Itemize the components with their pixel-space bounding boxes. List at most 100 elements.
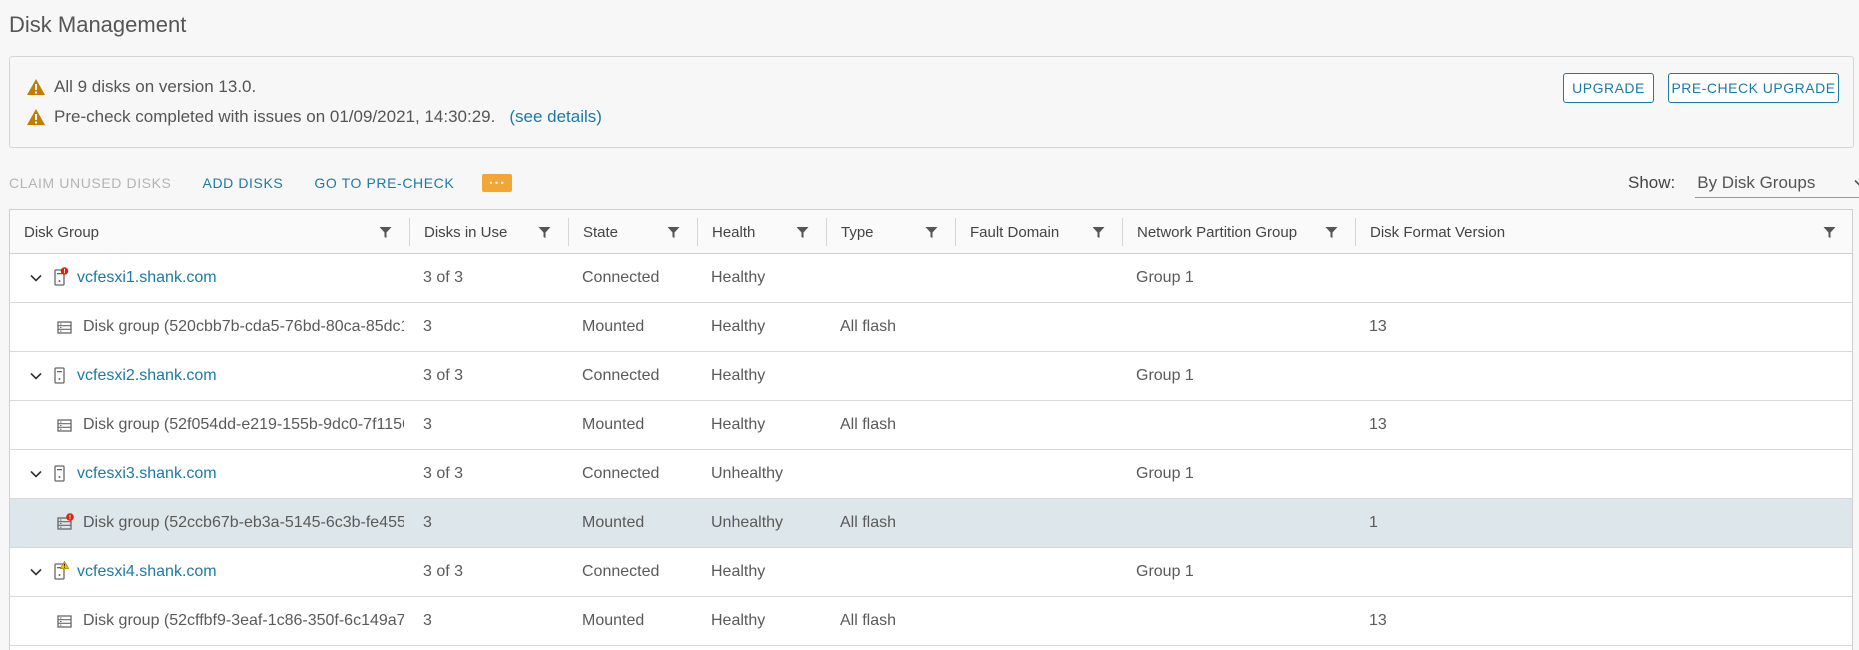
column-header-fault-domain[interactable]: Fault Domain bbox=[956, 210, 1123, 254]
host-row[interactable]: vcfesxi1.shank.com 3 of 3 Connected Healthy… bbox=[10, 254, 1852, 303]
cell-type: All flash bbox=[840, 514, 897, 531]
column-header-health[interactable]: Health bbox=[698, 210, 827, 254]
chevron-down-icon bbox=[1854, 179, 1859, 185]
cell-network-partition-group bbox=[1136, 303, 1355, 351]
chevron-down-icon[interactable] bbox=[29, 467, 43, 481]
show-filter: Show: By Disk Groups bbox=[1628, 168, 1859, 198]
disk-group-row[interactable]: Disk group (52ccb67b-eb3a-5145-6c3b-fe45… bbox=[10, 499, 1852, 548]
cell-disk-group[interactable]: vcfesxi2.shank.com bbox=[77, 352, 404, 400]
chevron-down-icon[interactable] bbox=[29, 565, 43, 579]
cell-type bbox=[840, 352, 955, 400]
upgrade-alert-panel: All 9 disks on version 13.0. Pre-check c… bbox=[9, 56, 1854, 148]
host-warning-icon bbox=[54, 561, 69, 580]
more-actions-button[interactable]: ··· bbox=[482, 174, 513, 192]
disk-group-row[interactable]: Disk group (520cbb7b-cda5-76bd-80ca-85dc… bbox=[10, 303, 1852, 352]
cell-disk-group: Disk group (52ccb67b-eb3a-5145-6c3b-fe45… bbox=[83, 514, 404, 531]
disk-grid: Disk Group Disks in Use State Health Type Fau… bbox=[9, 209, 1853, 650]
cell-disk-group: Disk group (52cffbf9-3eaf-1c86-350f-6c14… bbox=[83, 612, 404, 629]
cell-network-partition-group bbox=[1136, 597, 1355, 645]
add-disks-button[interactable]: ADD DISKS bbox=[203, 175, 284, 191]
disk-group-icon bbox=[57, 615, 72, 628]
filter-icon[interactable] bbox=[1092, 226, 1105, 239]
host-icon bbox=[54, 367, 65, 384]
grid-header: Disk Group Disks in Use State Health Type Fau… bbox=[10, 210, 1852, 254]
filter-icon[interactable] bbox=[796, 226, 809, 239]
cell-health: Unhealthy bbox=[711, 514, 784, 531]
cell-state: Mounted bbox=[582, 612, 645, 629]
host-row[interactable]: vcfesxi4.shank.com 3 of 3 Connected Healthy… bbox=[10, 548, 1852, 597]
cell-disk-format-version: 1 bbox=[1369, 514, 1378, 531]
cell-disk-format-version bbox=[1369, 352, 1853, 400]
cell-network-partition-group: Group 1 bbox=[1136, 367, 1194, 384]
cell-type bbox=[840, 548, 955, 596]
cell-disks-in-use: 3 of 3 bbox=[423, 269, 464, 286]
disk-group-error-icon bbox=[57, 513, 74, 530]
cell-disks-in-use: 3 of 3 bbox=[423, 563, 464, 580]
cell-health: Healthy bbox=[711, 563, 766, 580]
column-header-state[interactable]: State bbox=[569, 210, 698, 254]
page-title: Disk Management bbox=[9, 12, 187, 37]
disk-group-row[interactable]: Disk group (52f054dd-e219-155b-9dc0-7f11… bbox=[10, 401, 1852, 450]
filter-icon[interactable] bbox=[1325, 226, 1338, 239]
cell-disk-format-version: 13 bbox=[1369, 612, 1387, 629]
cell-state: Mounted bbox=[582, 318, 645, 335]
alert-version-text: All 9 disks on version 13.0. bbox=[54, 77, 257, 96]
column-header-network-partition-group[interactable]: Network Partition Group bbox=[1123, 210, 1356, 254]
cell-health: Healthy bbox=[711, 416, 766, 433]
cell-state: Connected bbox=[582, 563, 660, 580]
column-header-label: Disk Format Version bbox=[1370, 223, 1506, 241]
cell-disks-in-use: 3 bbox=[423, 318, 432, 335]
column-header-label: Network Partition Group bbox=[1137, 223, 1298, 241]
cell-state: Mounted bbox=[582, 416, 645, 433]
claim-unused-disks-button[interactable]: CLAIM UNUSED DISKS bbox=[9, 175, 172, 191]
cell-fault-domain bbox=[969, 548, 1122, 596]
cell-health: Healthy bbox=[711, 269, 766, 286]
cell-network-partition-group bbox=[1136, 401, 1355, 449]
disk-toolbar: CLAIM UNUSED DISKS ADD DISKS GO TO PRE-C… bbox=[9, 172, 513, 194]
filter-icon[interactable] bbox=[1823, 226, 1836, 239]
host-row[interactable]: vcfesxi2.shank.com 3 of 3 Connected Healthy… bbox=[10, 352, 1852, 401]
go-to-pre-check-button[interactable]: GO TO PRE-CHECK bbox=[314, 175, 454, 191]
cell-disks-in-use: 3 bbox=[423, 416, 432, 433]
cell-state: Connected bbox=[582, 465, 660, 482]
show-select-value: By Disk Groups bbox=[1697, 172, 1816, 192]
cell-type: All flash bbox=[840, 612, 897, 629]
upgrade-button[interactable]: UPGRADE bbox=[1563, 73, 1654, 103]
cell-type bbox=[840, 254, 955, 302]
cell-disk-format-version: 13 bbox=[1369, 318, 1387, 335]
cell-network-partition-group bbox=[1136, 499, 1355, 547]
chevron-down-icon[interactable] bbox=[29, 271, 43, 285]
column-header-label: Disk Group bbox=[24, 223, 100, 241]
cell-state: Connected bbox=[582, 269, 660, 286]
chevron-down-icon[interactable] bbox=[29, 369, 43, 383]
cell-disk-group: Disk group (52f054dd-e219-155b-9dc0-7f11… bbox=[83, 416, 404, 433]
cell-disk-format-version: 13 bbox=[1369, 416, 1387, 433]
pre-check-upgrade-button[interactable]: PRE-CHECK UPGRADE bbox=[1668, 73, 1839, 103]
column-header-disk-format-version[interactable]: Disk Format Version bbox=[1356, 210, 1854, 254]
filter-icon[interactable] bbox=[667, 226, 680, 239]
column-header-type[interactable]: Type bbox=[827, 210, 956, 254]
cell-disk-group[interactable]: vcfesxi1.shank.com bbox=[77, 254, 404, 302]
cell-type: All flash bbox=[840, 416, 897, 433]
filter-icon[interactable] bbox=[379, 226, 392, 239]
cell-fault-domain bbox=[969, 499, 1122, 547]
column-header-label: Health bbox=[712, 223, 756, 241]
filter-icon[interactable] bbox=[925, 226, 938, 239]
disk-group-row[interactable]: Disk group (52cffbf9-3eaf-1c86-350f-6c14… bbox=[10, 597, 1852, 646]
cell-fault-domain bbox=[969, 401, 1122, 449]
cell-disk-group[interactable]: vcfesxi4.shank.com bbox=[77, 548, 404, 596]
column-header-label: Fault Domain bbox=[970, 223, 1060, 241]
filter-icon[interactable] bbox=[538, 226, 551, 239]
cell-health: Healthy bbox=[711, 612, 766, 629]
column-header-label: Type bbox=[841, 223, 874, 241]
cell-disks-in-use: 3 of 3 bbox=[423, 465, 464, 482]
cell-disk-group[interactable]: vcfesxi3.shank.com bbox=[77, 450, 404, 498]
cell-health: Unhealthy bbox=[711, 465, 784, 482]
column-header-disks-in-use[interactable]: Disks in Use bbox=[410, 210, 569, 254]
see-details-link[interactable]: (see details) bbox=[509, 107, 602, 127]
column-header-disk-group[interactable]: Disk Group bbox=[10, 210, 410, 254]
host-row[interactable]: vcfesxi3.shank.com 3 of 3 Connected Unhealt… bbox=[10, 450, 1852, 499]
column-header-label: State bbox=[583, 223, 619, 241]
column-header-label: Disks in Use bbox=[424, 223, 508, 241]
show-select[interactable]: By Disk Groups bbox=[1695, 168, 1859, 198]
